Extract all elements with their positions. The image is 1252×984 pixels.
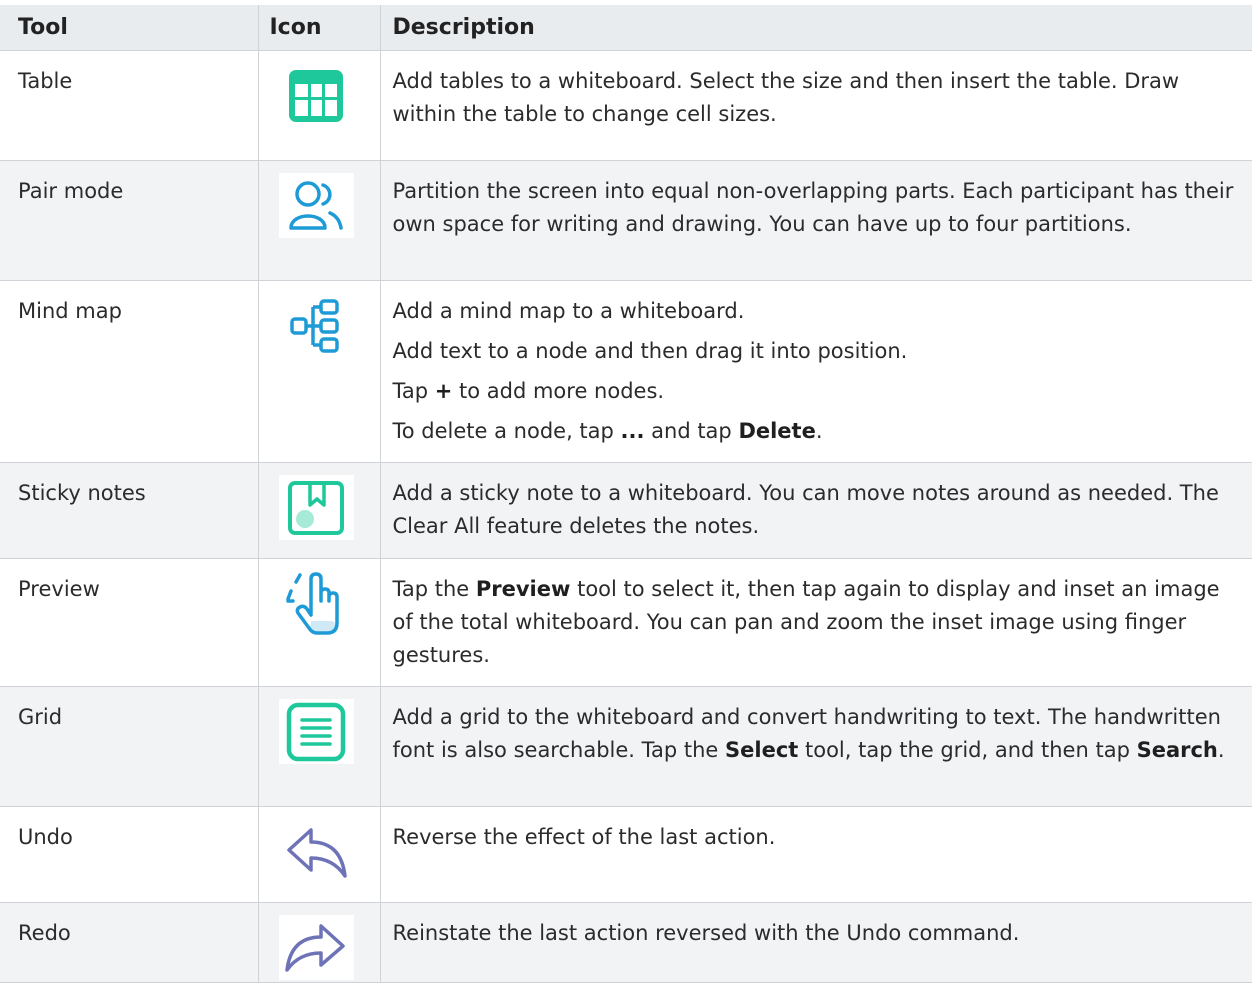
table-row: Table Add tables to a whiteboard. Select… bbox=[0, 50, 1252, 161]
tool-name: Pair mode bbox=[0, 160, 258, 281]
text-segment: Add a sticky note to a whiteboard. You c… bbox=[392, 481, 1219, 538]
redo-icon bbox=[278, 915, 354, 980]
tool-description: Add a mind map to a whiteboard. Add text … bbox=[379, 280, 1252, 463]
description-line: Add tables to a whiteboard. Select the s… bbox=[393, 65, 1243, 131]
text-segment: and tap bbox=[644, 419, 739, 443]
tool-name: Table bbox=[0, 50, 258, 161]
bold-term: ... bbox=[620, 419, 645, 443]
text-segment: Add tables to a whiteboard. Select the s… bbox=[392, 69, 1180, 126]
sticky-notes-icon bbox=[278, 475, 354, 540]
text-segment: Tap bbox=[392, 379, 435, 403]
table-row: Grid Add a grid to the whiteboard and co… bbox=[0, 686, 1252, 807]
description-line: Add text to a node and then drag it into… bbox=[393, 335, 1243, 368]
tool-name: Mind map bbox=[0, 280, 258, 463]
tool-description: Tap the Preview tool to select it, then … bbox=[379, 558, 1252, 687]
tool-name: Sticky notes bbox=[0, 462, 258, 559]
description-line: Add a sticky note to a whiteboard. You c… bbox=[393, 477, 1243, 543]
table-row: Redo Reinstate the last action reversed … bbox=[0, 902, 1252, 983]
header-tool: Tool bbox=[0, 5, 258, 51]
bold-term: Delete bbox=[738, 419, 816, 443]
tool-description: Add tables to a whiteboard. Select the s… bbox=[379, 50, 1252, 161]
text-segment: To delete a node, tap bbox=[392, 419, 621, 443]
table-row: Sticky notes Add a sticky note to a whit… bbox=[0, 462, 1252, 559]
description-line: Tap the Preview tool to select it, then … bbox=[393, 573, 1243, 672]
description-line: Tap + to add more nodes. bbox=[393, 375, 1243, 408]
text-segment: Add text to a node and then drag it into… bbox=[392, 339, 908, 363]
tool-name: Preview bbox=[0, 558, 258, 687]
description-line: Reinstate the last action reversed with … bbox=[393, 917, 1243, 950]
tool-description: Reinstate the last action reversed with … bbox=[379, 902, 1252, 983]
table-row: Undo Reverse the effect of the last acti… bbox=[0, 806, 1252, 903]
bold-term: Search bbox=[1136, 738, 1218, 762]
tool-description: Add a grid to the whiteboard and convert… bbox=[379, 686, 1252, 807]
description-line: To delete a node, tap ... and tap Delete… bbox=[393, 415, 1243, 448]
text-segment: Partition the screen into equal non-over… bbox=[392, 179, 1234, 236]
tool-name: Undo bbox=[0, 806, 258, 903]
header-description: Description bbox=[379, 5, 1252, 51]
description-line: Reverse the effect of the last action. bbox=[393, 821, 1243, 854]
description-line: Add a grid to the whiteboard and convert… bbox=[393, 701, 1243, 767]
text-segment: tool, tap the grid, and then tap bbox=[798, 738, 1137, 762]
description-line: Partition the screen into equal non-over… bbox=[393, 175, 1243, 241]
text-segment: . bbox=[1217, 738, 1225, 762]
preview-hand-icon bbox=[278, 571, 354, 636]
text-segment: Add a mind map to a whiteboard. bbox=[392, 299, 745, 323]
text-segment: Reinstate the last action reversed with … bbox=[392, 921, 1020, 945]
table-row: Mind map Add a mind map to a whiteboard.… bbox=[0, 280, 1252, 463]
table-row: Preview Tap the Preview tool to select i… bbox=[0, 558, 1252, 687]
bold-term: + bbox=[434, 379, 453, 403]
tool-description: Partition the screen into equal non-over… bbox=[379, 160, 1252, 281]
bold-term: Preview bbox=[475, 577, 571, 601]
table-header-row: Tool Icon Description bbox=[0, 5, 1252, 51]
text-segment: Tap the bbox=[392, 577, 476, 601]
text-segment: Reverse the effect of the last action. bbox=[392, 825, 776, 849]
description-line: Add a mind map to a whiteboard. bbox=[393, 295, 1243, 328]
tool-name: Redo bbox=[0, 902, 258, 983]
pair-mode-icon bbox=[278, 173, 354, 238]
text-segment: . bbox=[815, 419, 823, 443]
header-icon: Icon bbox=[257, 5, 380, 51]
tools-table: Tool Icon Description Table Add tables t… bbox=[0, 5, 1252, 983]
tool-description: Reverse the effect of the last action. bbox=[379, 806, 1252, 903]
text-segment: to add more nodes. bbox=[452, 379, 665, 403]
table-row: Pair mode Partition the screen into equa… bbox=[0, 160, 1252, 281]
bold-term: Select bbox=[725, 738, 799, 762]
table-icon bbox=[279, 63, 354, 128]
tool-name: Grid bbox=[0, 686, 258, 807]
grid-icon bbox=[278, 699, 354, 764]
mind-map-icon bbox=[279, 293, 354, 358]
undo-icon bbox=[278, 819, 354, 884]
tool-description: Add a sticky note to a whiteboard. You c… bbox=[379, 462, 1252, 559]
